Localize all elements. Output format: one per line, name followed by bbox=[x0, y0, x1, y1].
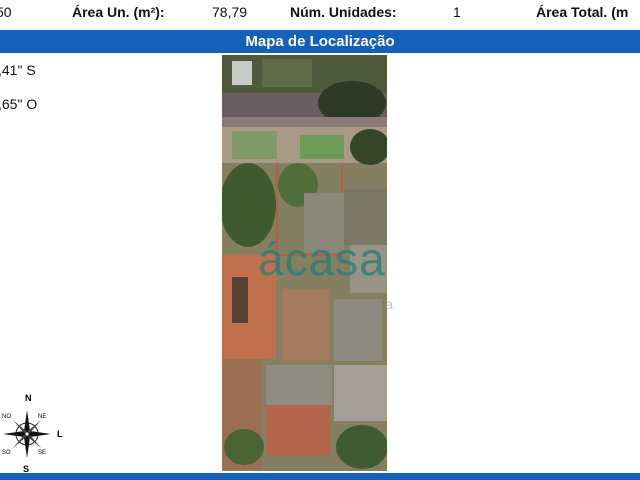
latitude-text: ,41" S bbox=[0, 62, 36, 78]
num-unidades-label: Núm. Unidades: bbox=[290, 4, 397, 20]
property-info-row: 50 Área Un. (m²): 78,79 Núm. Unidades: 1… bbox=[0, 0, 640, 28]
num-unidades-value: 1 bbox=[453, 4, 461, 20]
compass-rose-icon: N NO NE L SO SE S bbox=[2, 393, 63, 474]
compass-ne: NE bbox=[38, 414, 46, 420]
aerial-map-image[interactable] bbox=[222, 55, 387, 471]
partial-value-left: 50 bbox=[0, 4, 12, 20]
compass-l: L bbox=[57, 429, 63, 439]
longitude-text: ,65" O bbox=[0, 96, 38, 112]
compass-se: SE bbox=[38, 450, 46, 456]
footer-bar bbox=[0, 473, 640, 480]
area-un-value: 78,79 bbox=[212, 4, 248, 20]
area-total-label: Área Total. (m bbox=[536, 4, 629, 20]
map-section-banner: Mapa de Localização bbox=[0, 30, 640, 53]
aerial-photo bbox=[222, 55, 387, 471]
compass-n: N bbox=[25, 393, 32, 403]
compass-no: NO bbox=[2, 414, 11, 420]
compass-so: SO bbox=[2, 450, 11, 456]
area-un-label: Área Un. (m²): bbox=[72, 4, 165, 20]
